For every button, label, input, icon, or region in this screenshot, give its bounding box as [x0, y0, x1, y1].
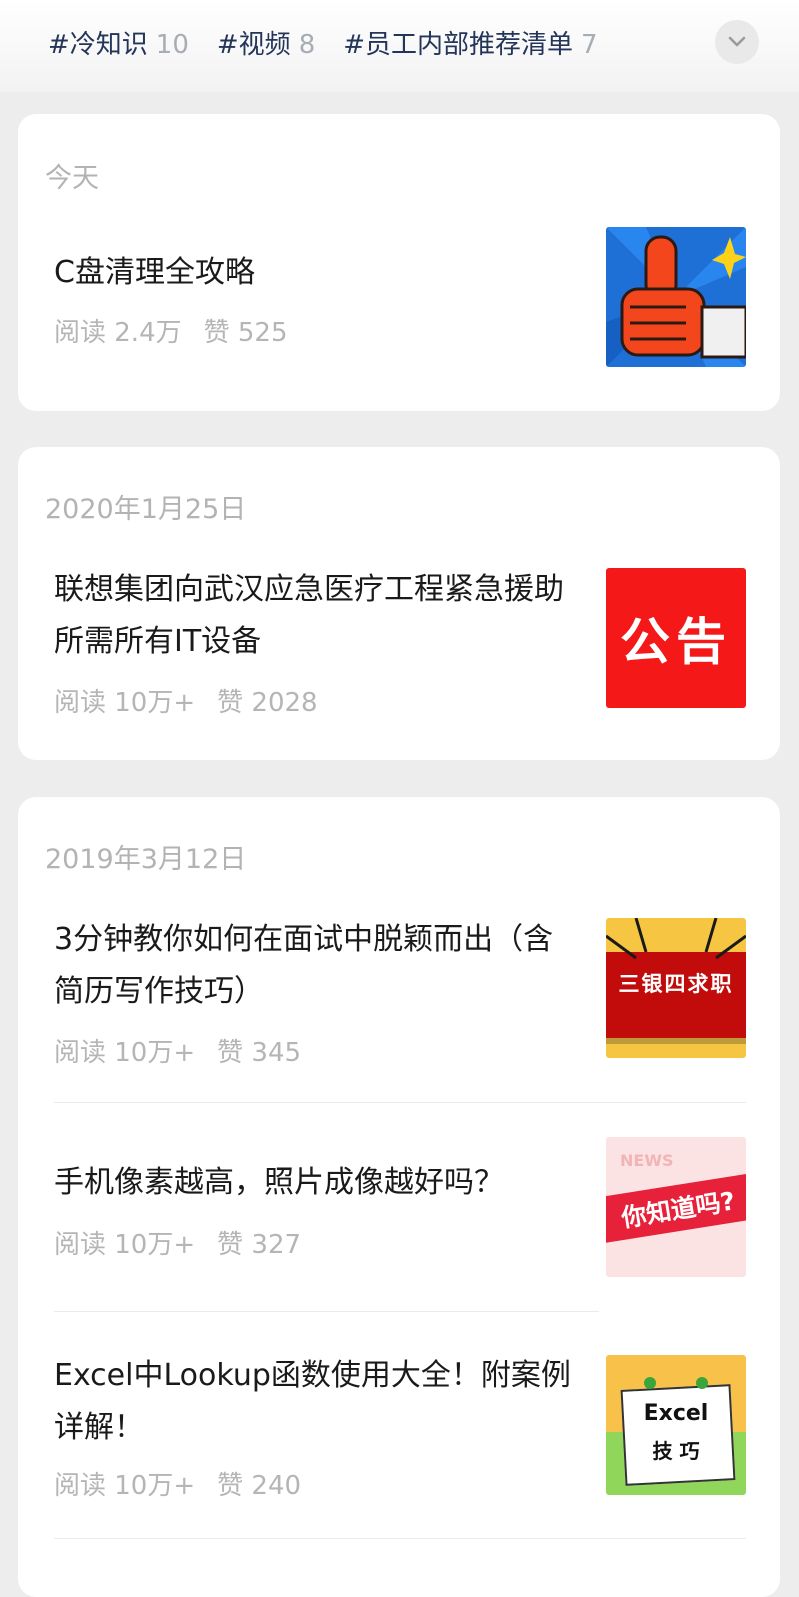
article-group-2019-03-12: 2019年3月12日 3分钟教你如何在面试中脱颖而出（含简历写作技巧） 阅读 1… [18, 797, 780, 1597]
article-group-2020-01-25: 2020年1月25日 联想集团向武汉应急医疗工程紧急援助所需所有IT设备 阅读 … [18, 447, 780, 760]
tag-count: 10 [155, 30, 189, 60]
article-thumbnail: Excel 技 巧 [606, 1355, 746, 1495]
like-count: 赞 240 [217, 1471, 302, 1501]
read-count: 阅读 10万+ [54, 1038, 196, 1068]
read-count: 阅读 10万+ [54, 1471, 196, 1501]
article-meta: 阅读 10万+ 赞 2028 [54, 682, 318, 719]
thumbnail-text: 你知道吗? [619, 1186, 738, 1233]
like-count: 赞 345 [217, 1038, 302, 1068]
pin-icon [644, 1377, 708, 1389]
article-item[interactable]: Excel中Lookup函数使用大全！附案例详解！ 阅读 10万+ 赞 240 E… [54, 1355, 746, 1515]
read-count: 阅读 10万+ [54, 688, 196, 718]
tag-label: #冷知识 [48, 30, 148, 60]
article-thumbnail [606, 227, 746, 367]
article-title: 3分钟教你如何在面试中脱颖而出（含简历写作技巧） [54, 922, 554, 1009]
article-thumbnail: NEWS 你知道吗? [606, 1137, 746, 1277]
group-date: 2020年1月25日 [45, 494, 247, 525]
article-meta: 阅读 10万+ 赞 327 [54, 1224, 301, 1261]
article-title: 手机像素越高，照片成像越好吗？ [54, 1165, 504, 1200]
thumbnail-subtext: 技 巧 [652, 1439, 700, 1463]
article-meta: 阅读 2.4万赞 525 [54, 312, 288, 349]
item-divider [54, 1102, 746, 1103]
article-title: C盘清理全攻略 [54, 255, 255, 290]
chevron-down-icon [728, 36, 746, 47]
article-item[interactable]: 联想集团向武汉应急医疗工程紧急援助所需所有IT设备 阅读 10万+ 赞 2028 … [54, 567, 746, 727]
article-item[interactable]: 手机像素越高，照片成像越好吗？ 阅读 10万+ 赞 327 NEWS 你知道吗? [54, 1137, 746, 1277]
tag-bar: #冷知识 10 #视频 8 #员工内部推荐清单 7 [0, 0, 799, 92]
article-item[interactable]: 3分钟教你如何在面试中脱颖而出（含简历写作技巧） 阅读 10万+ 赞 345 三银… [54, 917, 746, 1077]
group-date: 今天 [45, 163, 99, 194]
group-date: 2019年3月12日 [45, 844, 247, 875]
thumbnail-subtext: NEWS [620, 1151, 674, 1170]
tag-cold-knowledge[interactable]: #冷知识 10 [48, 24, 189, 61]
read-count: 阅读 2.4万 [54, 318, 182, 348]
item-divider [54, 1538, 746, 1539]
tag-count: 8 [298, 30, 316, 60]
article-thumbnail: 三银四求职 [606, 918, 746, 1058]
article-group-today: 今天 C盘清理全攻略 阅读 2.4万赞 525 [18, 114, 780, 411]
thumbs-up-icon [606, 227, 746, 367]
tag-employee-list[interactable]: #员工内部推荐清单 7 [343, 24, 597, 61]
article-title: Excel中Lookup函数使用大全！附案例详解！ [54, 1358, 571, 1445]
like-count: 赞 2028 [217, 688, 318, 718]
thumbnail-text: 三银四求职 [618, 972, 734, 996]
tag-label: #员工内部推荐清单 [343, 30, 574, 60]
tag-label: #视频 [216, 30, 291, 60]
like-count: 赞 525 [203, 318, 288, 348]
article-title: 联想集团向武汉应急医疗工程紧急援助所需所有IT设备 [54, 572, 564, 659]
item-divider [54, 1311, 599, 1312]
like-count: 赞 327 [217, 1230, 302, 1260]
article-meta: 阅读 10万+ 赞 345 [54, 1032, 301, 1069]
tag-list: #冷知识 10 #视频 8 #员工内部推荐清单 7 [48, 24, 598, 61]
read-count: 阅读 10万+ [54, 1230, 196, 1260]
expand-tags-button[interactable] [715, 20, 759, 64]
article-thumbnail: 公告 [606, 568, 746, 708]
tag-count: 7 [581, 30, 598, 60]
article-meta: 阅读 10万+ 赞 240 [54, 1465, 301, 1502]
ribbon-banner: 你知道吗? [606, 1173, 746, 1243]
tag-video[interactable]: #视频 8 [217, 24, 315, 61]
article-item[interactable]: C盘清理全攻略 阅读 2.4万赞 525 [54, 227, 746, 367]
thumbnail-text: 公告 [620, 613, 732, 671]
